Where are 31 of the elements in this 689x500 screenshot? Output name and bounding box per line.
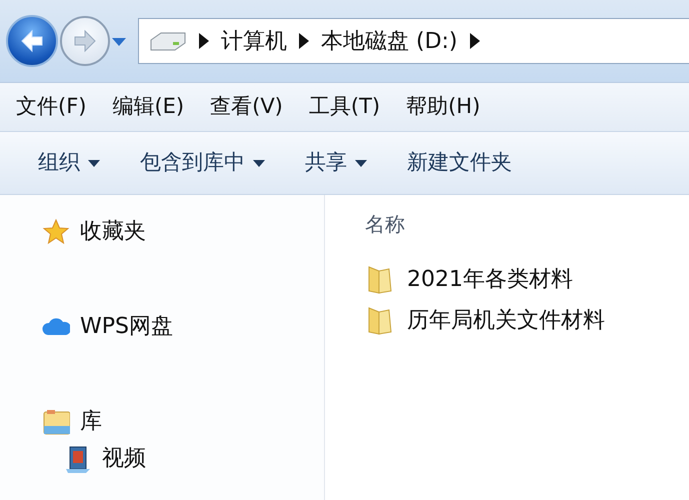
sidebar-item[interactable]: 视频	[64, 442, 146, 475]
sidebar-item[interactable]: 库	[42, 405, 102, 438]
address-bar[interactable]: 计算机 本地磁盘 (D:)	[138, 18, 689, 64]
chevron-icon	[299, 33, 309, 49]
chevron-icon	[199, 33, 209, 49]
menu-item[interactable]: 工具(T)	[308, 91, 380, 123]
menu-item[interactable]: 文件(F)	[16, 91, 86, 123]
caret-icon	[253, 160, 265, 166]
chevron-icon	[470, 33, 480, 49]
star-icon	[42, 218, 70, 246]
toolbar-button[interactable]: 共享	[305, 147, 367, 179]
toolbar-button[interactable]: 包含到库中	[140, 147, 265, 179]
caret-icon	[112, 38, 126, 46]
video-library-icon	[64, 444, 92, 472]
back-button[interactable]	[6, 15, 58, 67]
menu-item[interactable]: 帮助(H)	[406, 91, 480, 123]
file-row[interactable]: 历年局机关文件材料	[365, 304, 605, 337]
caret-icon	[355, 160, 367, 166]
library-folder-icon	[42, 408, 70, 436]
sidebar-item[interactable]: WPS网盘	[42, 310, 173, 343]
toolbar-button[interactable]: 新建文件夹	[407, 147, 512, 179]
caret-icon	[88, 160, 100, 166]
column-header[interactable]: 名称	[365, 209, 689, 239]
sidebar-item[interactable]: 收藏夹	[42, 215, 146, 248]
drive-icon	[149, 30, 187, 52]
menu-item[interactable]: 编辑(E)	[112, 91, 184, 123]
breadcrumb-item[interactable]: 本地磁盘 (D:)	[321, 24, 458, 58]
file-row[interactable]: 2021年各类材料	[365, 263, 573, 296]
breadcrumb-item[interactable]: 计算机	[221, 24, 287, 58]
toolbar-button[interactable]: 组织	[38, 147, 100, 179]
menu-item[interactable]: 查看(V)	[210, 91, 283, 123]
